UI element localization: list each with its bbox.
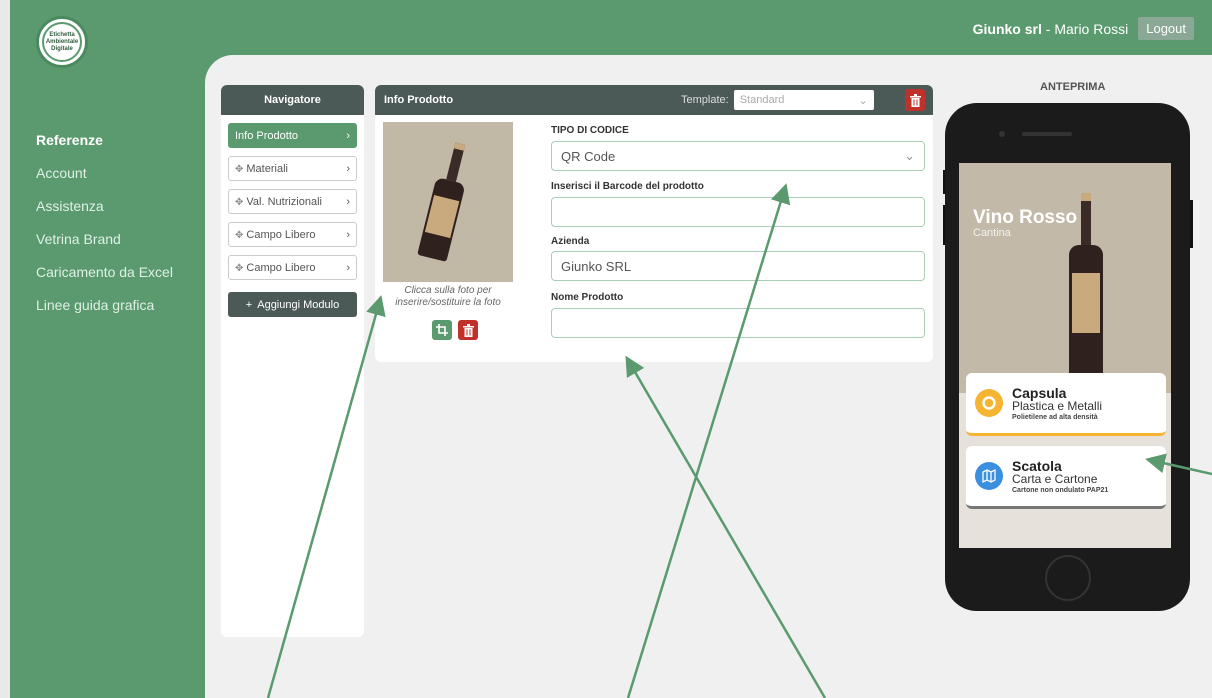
panel-title: Info Prodotto	[384, 94, 454, 106]
code-type-select[interactable]: QR Code ⌄	[551, 141, 925, 171]
trash-icon	[909, 93, 921, 107]
preview-product-photo	[959, 163, 1171, 393]
barcode-input[interactable]	[551, 197, 925, 227]
sidebar-item-referenze[interactable]: Referenze	[36, 130, 173, 163]
capsule-icon	[975, 389, 1003, 417]
barcode-label: Inserisci il Barcode del prodotto	[551, 181, 704, 192]
material-card-scatola[interactable]: Scatola Carta e Cartone Cartone non ondu…	[966, 446, 1166, 509]
app: Etichetta Ambientale Digitale Referenze Ac…	[0, 0, 1212, 698]
chevron-down-icon: ⌄	[858, 94, 868, 107]
template-select[interactable]: Standard ⌄	[733, 90, 874, 110]
navigator-panel: Navigatore Info Prodotto › ✥ Materiali › …	[221, 85, 364, 637]
plus-icon: +	[245, 298, 253, 311]
crop-button[interactable]	[432, 320, 452, 340]
info-prodotto-header: Info Prodotto Template: Standard ⌄	[375, 85, 933, 115]
chevron-right-icon: ›	[346, 195, 350, 208]
wine-bottle-image	[417, 140, 475, 262]
photo-actions	[432, 320, 478, 340]
chevron-right-icon: ›	[346, 261, 350, 274]
company-label: Azienda	[551, 236, 590, 247]
sidebar-item-account[interactable]: Account	[36, 163, 173, 196]
preview-product-name: Vino Rosso	[973, 207, 1078, 228]
nav-item-campo-libero[interactable]: ✥ Campo Libero ›	[228, 222, 357, 247]
chevron-right-icon: ›	[346, 162, 350, 175]
nav-item-val-nutrizionali[interactable]: ✥ Val. Nutrizionali ›	[228, 189, 357, 214]
sidebar-item-assistenza[interactable]: Assistenza	[36, 196, 173, 229]
box-map-icon	[975, 462, 1003, 490]
phone-home-button	[1045, 555, 1091, 601]
company-input[interactable]: Giunko SRL	[551, 251, 925, 281]
company-name: Giunko srl	[972, 20, 1042, 37]
phone-preview: Vino Rosso Cantina Capsula Plastica e Me…	[945, 103, 1190, 611]
chevron-down-icon: ⌄	[904, 148, 915, 163]
product-photo[interactable]	[383, 122, 513, 282]
brand-logo[interactable]: Etichetta Ambientale Digitale	[36, 16, 88, 68]
product-name-label: Nome Prodotto	[551, 292, 624, 303]
nav-item-info-prodotto[interactable]: Info Prodotto ›	[228, 123, 357, 148]
top-bar: Giunko srl - Mario Rossi Logout	[973, 17, 1194, 40]
crop-icon	[436, 324, 448, 336]
material-card-capsula[interactable]: Capsula Plastica e Metalli Polietilene a…	[966, 373, 1166, 436]
phone-screen[interactable]: Vino Rosso Cantina Capsula Plastica e Me…	[959, 163, 1171, 548]
move-icon[interactable]: ✥	[235, 197, 243, 208]
move-icon[interactable]: ✥	[235, 263, 243, 274]
nav-item-materiali[interactable]: ✥ Materiali ›	[228, 156, 357, 181]
sidebar-item-vetrina-brand[interactable]: Vetrina Brand	[36, 229, 173, 262]
chevron-right-icon: ›	[346, 129, 350, 142]
preview-subtitle: Cantina	[973, 227, 1011, 239]
phone-camera	[999, 131, 1005, 137]
logo-text: Etichetta Ambientale Digitale	[42, 22, 82, 62]
template-picker: Template: Standard ⌄	[681, 90, 874, 110]
photo-hint: Clicca sulla foto per inserire/sostituir…	[395, 285, 501, 308]
sidebar-item-caricamento-excel[interactable]: Caricamento da Excel	[36, 262, 173, 295]
preview-title: ANTEPRIMA	[1040, 81, 1106, 93]
move-icon[interactable]: ✥	[235, 164, 243, 175]
logout-button[interactable]: Logout	[1138, 17, 1194, 40]
delete-module-button[interactable]	[905, 89, 925, 111]
navigator-title: Navigatore	[221, 85, 364, 115]
move-icon[interactable]: ✥	[235, 230, 243, 241]
template-label: Template:	[681, 94, 729, 106]
info-prodotto-panel: Info Prodotto Template: Standard ⌄ Clicc…	[375, 85, 933, 362]
code-type-label: TIPO DI CODICE	[551, 125, 629, 136]
sidebar-item-linee-guida[interactable]: Linee guida grafica	[36, 295, 173, 328]
phone-speaker	[1022, 132, 1072, 136]
product-name-input[interactable]	[551, 308, 925, 338]
chevron-right-icon: ›	[346, 228, 350, 241]
user-name: Mario Rossi	[1054, 20, 1129, 37]
add-module-button[interactable]: + Aggiungi Modulo	[228, 292, 357, 317]
trash-icon	[462, 323, 474, 337]
sidebar-nav: Referenze Account Assistenza Vetrina Bra…	[36, 130, 173, 328]
phone-side-button	[1190, 200, 1193, 248]
nav-item-campo-libero-2[interactable]: ✥ Campo Libero ›	[228, 255, 357, 280]
user-info: Giunko srl - Mario Rossi	[972, 20, 1129, 37]
delete-photo-button[interactable]	[458, 320, 478, 340]
